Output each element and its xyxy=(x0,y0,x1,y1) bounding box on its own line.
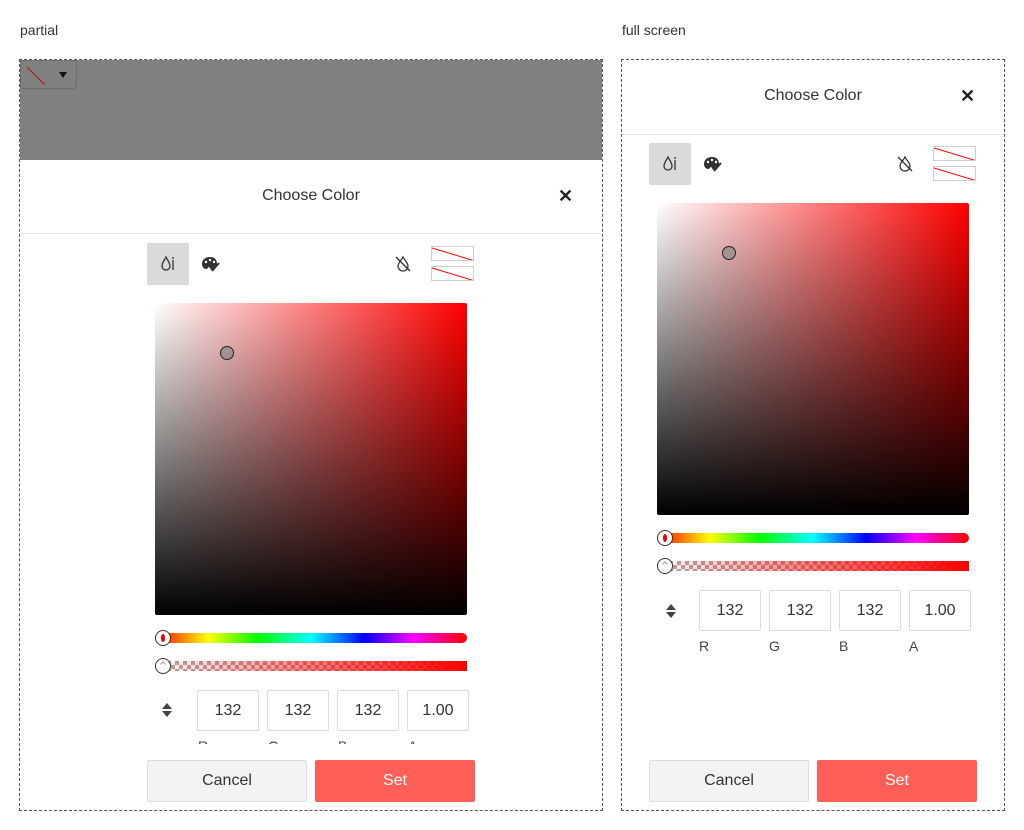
none-swatch-icon xyxy=(25,66,45,86)
dialog-title: Choose Color xyxy=(764,87,862,104)
hue-slider-thumb[interactable] xyxy=(155,630,171,646)
preview-current-swatch xyxy=(933,146,976,161)
field-r[interactable]: 132 xyxy=(197,690,259,731)
saturation-value-area[interactable] xyxy=(657,203,969,515)
backdrop-overlay[interactable] xyxy=(20,60,602,160)
label-g: G xyxy=(268,738,279,744)
hue-slider-thumb[interactable] xyxy=(657,530,673,546)
saturation-cursor[interactable] xyxy=(721,245,736,260)
rgba-fields-clip: 132 132 132 1.00 R G B A xyxy=(20,680,602,744)
label-b: B xyxy=(338,738,347,744)
label-b: B xyxy=(839,638,849,654)
caption-partial: partial xyxy=(20,22,59,38)
drop-plus-icon xyxy=(663,155,676,171)
palette-icon xyxy=(202,257,220,272)
field-b[interactable]: 132 xyxy=(337,690,399,731)
color-trigger-button[interactable] xyxy=(20,60,77,89)
close-button[interactable]: ✕ xyxy=(558,186,573,206)
dialog-header: Choose Color ✕ xyxy=(20,160,602,234)
drop-plus-icon xyxy=(161,255,174,271)
dialog-header: Choose Color ✕ xyxy=(622,60,1004,135)
drop-off-icon[interactable] xyxy=(393,254,413,274)
preview-current-swatch xyxy=(431,246,474,261)
palette-icon xyxy=(704,157,722,172)
saturation-cursor[interactable] xyxy=(219,345,234,360)
cancel-button[interactable]: Cancel xyxy=(649,760,809,802)
dialog-title: Choose Color xyxy=(262,187,360,204)
drop-off-icon[interactable] xyxy=(895,154,915,174)
cancel-button[interactable]: Cancel xyxy=(147,760,307,802)
label-a: A xyxy=(408,738,417,744)
set-button[interactable]: Set xyxy=(315,760,475,802)
field-a[interactable]: 1.00 xyxy=(909,590,971,631)
alpha-slider[interactable] xyxy=(657,558,969,574)
alpha-slider-thumb[interactable] xyxy=(155,658,171,674)
field-g[interactable]: 132 xyxy=(267,690,329,731)
label-r: R xyxy=(699,638,710,654)
mode-toggle-icon[interactable] xyxy=(664,601,678,621)
alpha-slider[interactable] xyxy=(155,658,467,674)
label-r: R xyxy=(198,738,208,744)
hue-slider[interactable] xyxy=(155,630,467,646)
field-b[interactable]: 132 xyxy=(839,590,901,631)
full-screen-frame: Choose Color ✕ 132 132 132 1.00 R G B A … xyxy=(621,59,1005,811)
tab-picker[interactable] xyxy=(147,243,189,285)
mode-toggle-icon[interactable] xyxy=(160,700,174,720)
label-a: A xyxy=(909,638,919,654)
caption-full-screen: full screen xyxy=(622,22,686,38)
close-button[interactable]: ✕ xyxy=(960,86,975,106)
saturation-value-area[interactable] xyxy=(155,303,467,615)
hue-slider[interactable] xyxy=(657,530,969,546)
alpha-slider-thumb[interactable] xyxy=(657,558,673,574)
tab-picker[interactable] xyxy=(649,143,691,185)
partial-frame: Choose Color ✕ 132 132 132 1.00 Cancel S… xyxy=(19,59,603,811)
preview-previous-swatch[interactable] xyxy=(431,266,474,281)
caret-down-icon xyxy=(59,72,67,78)
field-g[interactable]: 132 xyxy=(769,590,831,631)
field-r[interactable]: 132 xyxy=(699,590,761,631)
field-a[interactable]: 1.00 xyxy=(407,690,469,731)
label-g: G xyxy=(769,638,780,654)
set-button[interactable]: Set xyxy=(817,760,977,802)
preview-previous-swatch[interactable] xyxy=(933,166,976,181)
tab-palette[interactable] xyxy=(691,143,733,185)
tab-palette[interactable] xyxy=(189,243,231,285)
